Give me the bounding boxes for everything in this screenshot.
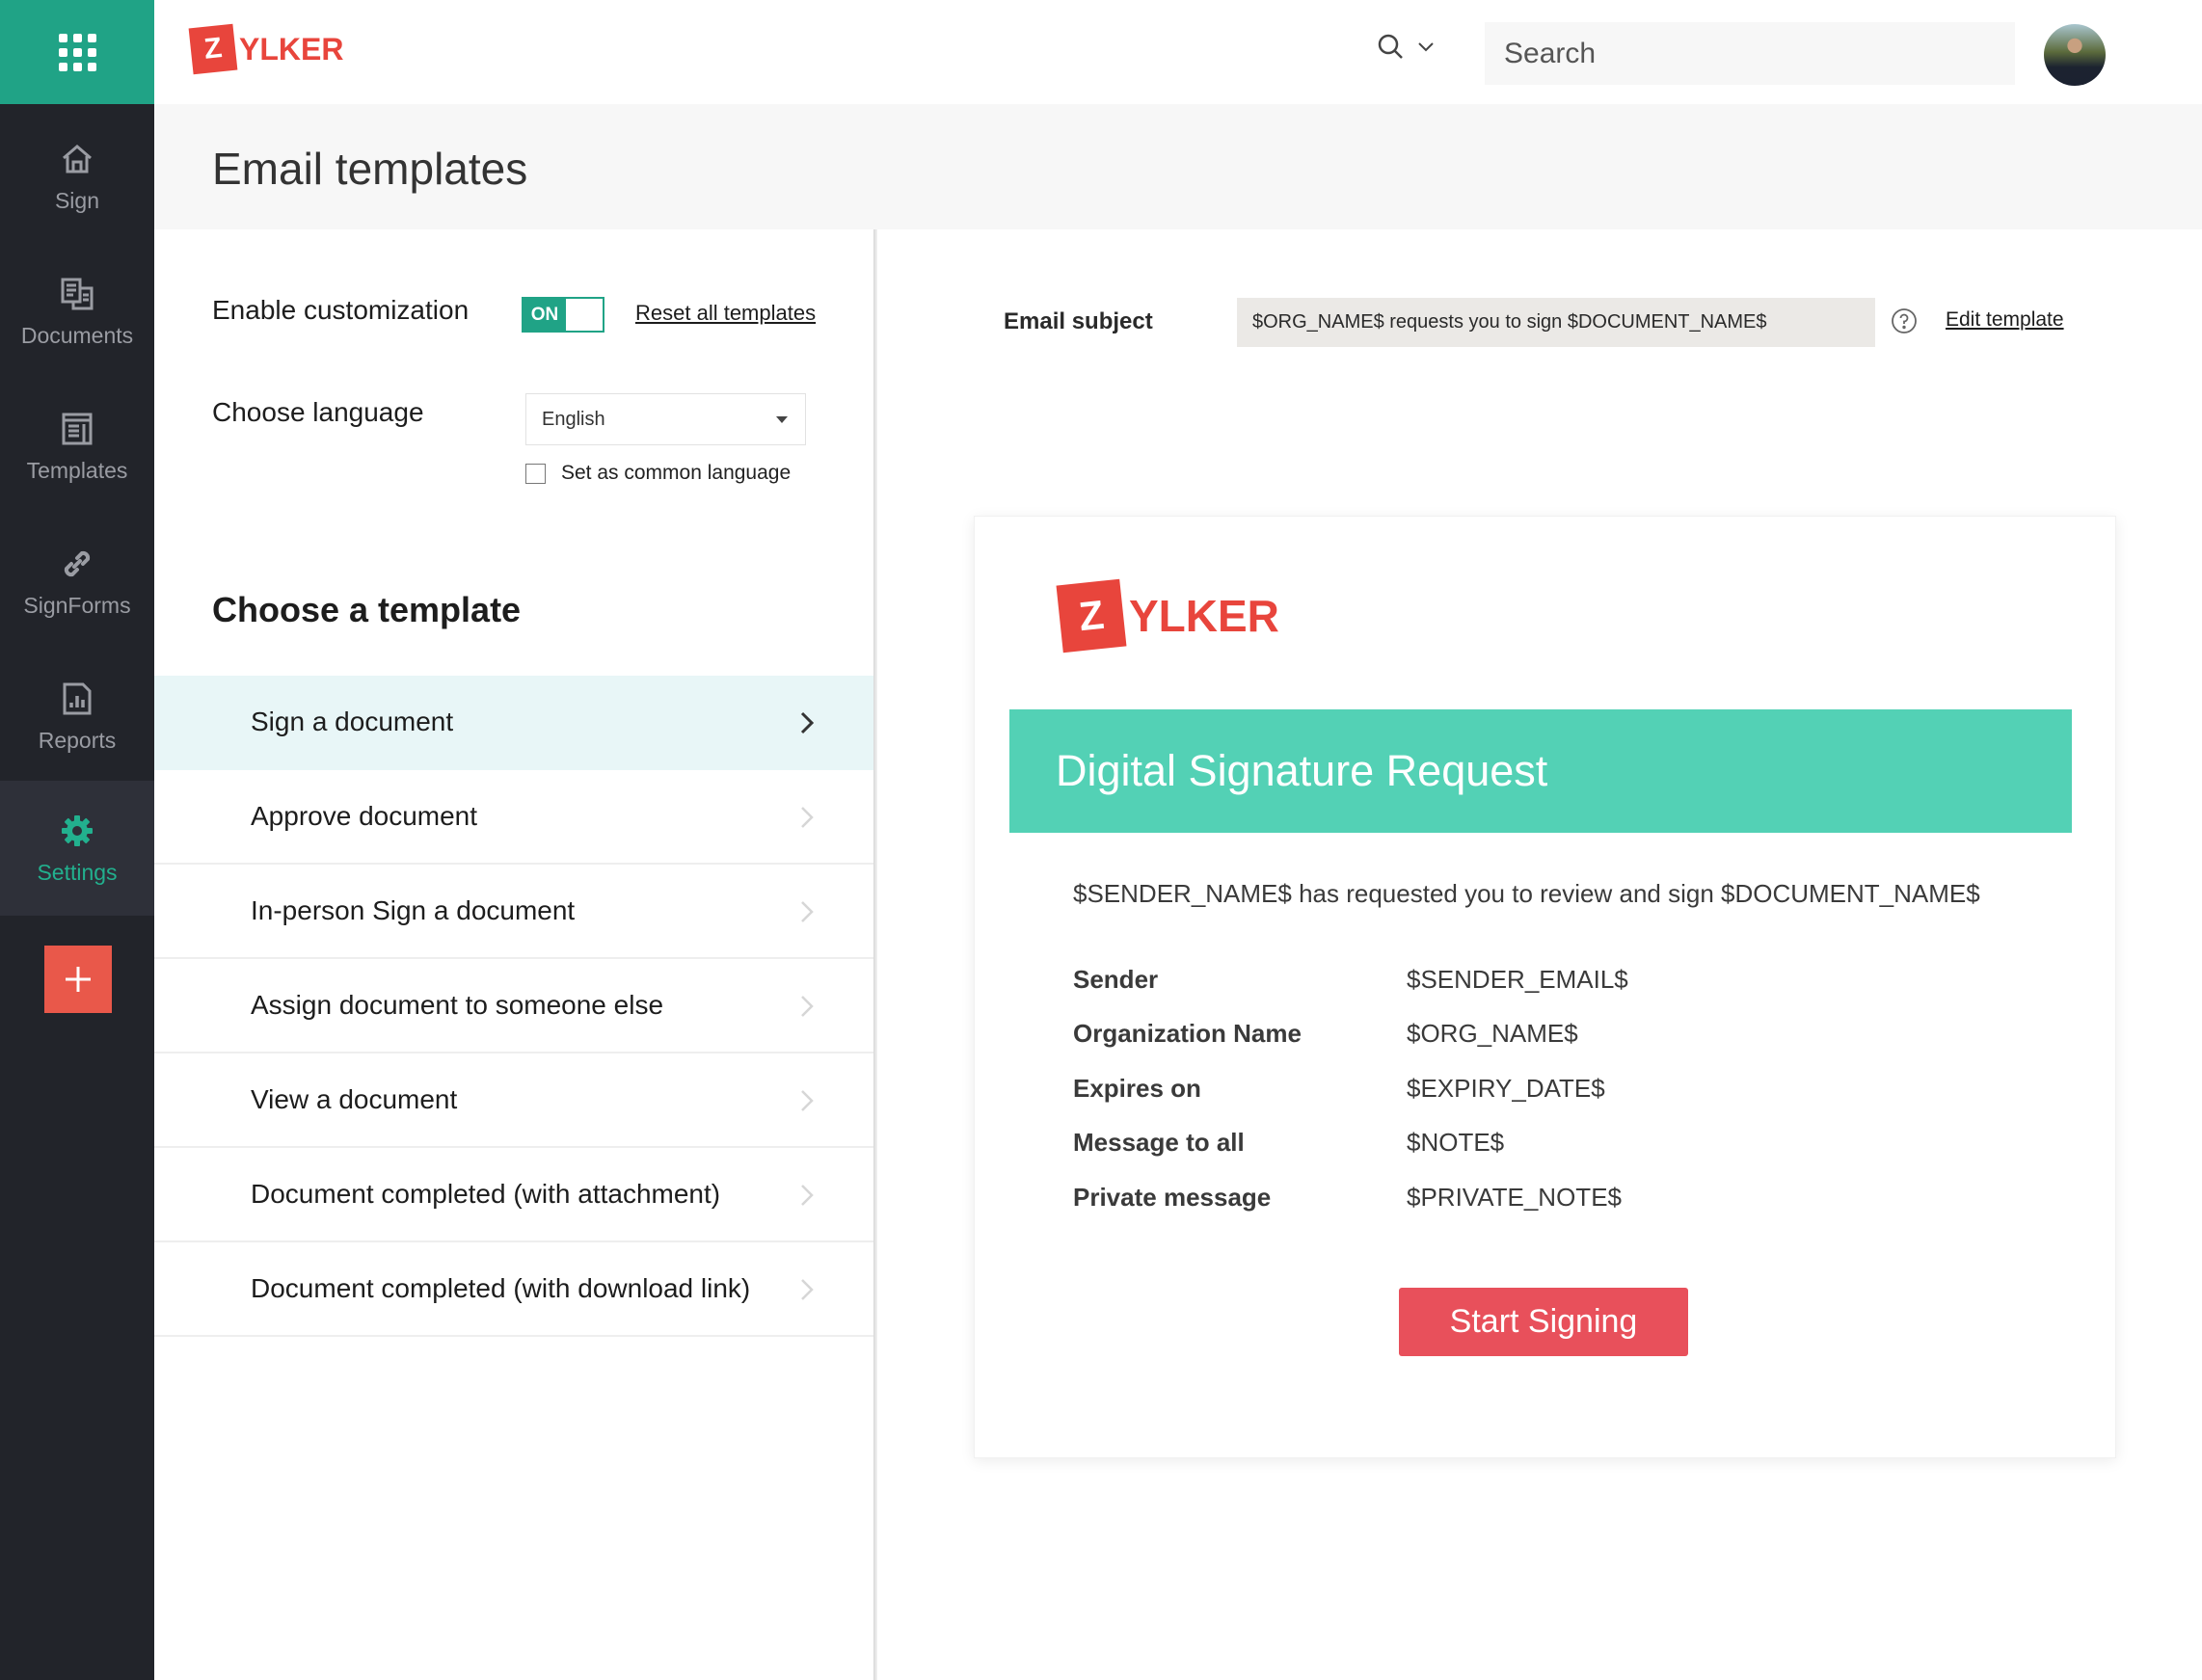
detail-row: Private message $PRIVATE_NOTE$ [1073,1170,1628,1225]
email-banner: Digital Signature Request [1009,709,2072,833]
language-select[interactable]: English [525,393,806,445]
sidebar-item-templates[interactable]: Templates [0,379,154,514]
toggle-state: ON [530,304,559,325]
caret-down-icon [776,416,788,423]
sidebar-item-label: Templates [26,457,128,483]
banner-title: Digital Signature Request [1056,746,1548,795]
chevron-right-icon [801,1279,814,1300]
choose-language-label: Choose language [212,397,424,427]
grid-icon [58,33,96,71]
chevron-right-icon [801,807,814,828]
logo-mark: Z [188,23,238,75]
page-title: Email templates [212,144,528,194]
template-preview-panel: Email subject Edit template Z YLKER Digi… [877,229,2202,1680]
detail-value: $ORG_NAME$ [1407,1019,1578,1049]
email-subject-input[interactable] [1237,298,1875,347]
reset-all-templates-link[interactable]: Reset all templates [635,301,816,326]
search-icon [1378,34,1403,59]
chevron-right-icon [801,1090,814,1111]
email-subject-label: Email subject [1004,308,1153,334]
template-item-label: Sign a document [251,707,454,736]
template-item-label: Assign document to someone else [251,990,664,1020]
detail-key: Organization Name [1073,1019,1302,1049]
sidebar-item-label: Sign [54,187,100,213]
sidebar-item-settings[interactable]: Settings [0,781,154,916]
chevron-down-icon [1418,42,1434,52]
detail-row: Organization Name $ORG_NAME$ [1073,1007,1628,1062]
sidebar-item-label: SignForms [23,592,131,618]
sidebar-item-label: Reports [38,727,117,753]
sidebar-item-signforms[interactable]: SignForms [0,514,154,649]
search-input[interactable] [1485,22,2015,85]
email-intro-text: $SENDER_NAME$ has requested you to revie… [1073,879,1980,908]
template-item-label: In-person Sign a document [251,895,576,925]
detail-row: Message to all $NOTE$ [1073,1116,1628,1171]
template-item-completed-attachment[interactable]: Document completed (with attachment) [154,1148,873,1242]
template-item-approve-document[interactable]: Approve document [154,770,873,865]
apps-menu-button[interactable] [0,0,154,104]
template-item-label: Approve document [251,801,478,831]
customization-toggle[interactable]: ON [522,297,604,333]
chevron-right-icon [800,711,814,734]
detail-key: Private message [1073,1182,1272,1212]
enable-customization-label: Enable customization [212,295,470,325]
detail-row: Expires on $EXPIRY_DATE$ [1073,1061,1628,1116]
logo-text: YLKER [239,31,344,67]
sidebar-item-documents[interactable]: Documents [0,244,154,379]
sidebar-item-label: Settings [37,859,118,885]
sidebar-item-reports[interactable]: Reports [0,649,154,784]
template-list: Sign a document Approve document In-pers… [154,676,873,1337]
language-value: English [542,408,605,430]
plus-icon [66,967,91,992]
email-details-table: Sender $SENDER_EMAIL$ Organization Name … [1073,952,1628,1225]
common-language-label: Set as common language [561,462,792,484]
sidebar-item-sign[interactable]: Sign [0,109,154,244]
detail-key: Sender [1073,964,1159,994]
detail-value: $EXPIRY_DATE$ [1407,1073,1605,1103]
start-signing-button[interactable]: Start Signing [1399,1288,1688,1356]
detail-key: Message to all [1073,1128,1245,1158]
templates-icon [58,410,96,448]
detail-key: Expires on [1073,1073,1201,1103]
chevron-right-icon [801,901,814,922]
email-preview-card: Z YLKER Digital Signature Request $SENDE… [974,516,2116,1458]
documents-icon [58,275,96,313]
template-item-sign-a-document[interactable]: Sign a document [154,676,873,770]
edit-template-link[interactable]: Edit template [1946,308,2064,332]
chevron-right-icon [801,1185,814,1206]
page-header: Email templates [154,104,2202,229]
choose-template-title: Choose a template [212,590,522,629]
detail-row: Sender $SENDER_EMAIL$ [1073,952,1628,1007]
help-circle-icon[interactable] [1891,307,1918,334]
toggle-knob [566,299,603,331]
home-icon [58,140,96,178]
top-bar: Z YLKER [154,0,2202,104]
template-item-label: View a document [251,1084,458,1114]
add-button[interactable] [44,946,112,1013]
sidebar-item-label: Documents [20,322,134,348]
detail-value: $NOTE$ [1407,1128,1505,1158]
logo-mark: Z [1056,578,1127,653]
search-scope-toggle[interactable] [1377,33,1435,62]
template-item-label: Document completed (with download link) [251,1273,751,1303]
template-item-view-document[interactable]: View a document [154,1053,873,1148]
template-item-completed-download-link[interactable]: Document completed (with download link) [154,1242,873,1337]
avatar[interactable] [2044,24,2106,86]
email-brand-logo: Z YLKER [1056,578,1279,653]
reports-icon [58,680,96,718]
gear-icon [58,812,96,850]
detail-value: $PRIVATE_NOTE$ [1407,1182,1622,1212]
common-language-checkbox[interactable] [525,463,546,484]
settings-panel: Enable customization ON Reset all templa… [154,229,875,1680]
link-icon [58,545,96,583]
template-item-assign-document[interactable]: Assign document to someone else [154,959,873,1053]
common-language-option[interactable]: Set as common language [525,462,791,485]
template-item-label: Document completed (with attachment) [251,1179,721,1209]
brand-logo[interactable]: Z YLKER [188,23,344,75]
chevron-right-icon [801,996,814,1017]
template-item-in-person-sign[interactable]: In-person Sign a document [154,865,873,959]
sidebar: Sign Documents Templates SignForms Repor… [0,0,154,1680]
detail-value: $SENDER_EMAIL$ [1407,964,1628,994]
logo-text: YLKER [1129,591,1279,641]
